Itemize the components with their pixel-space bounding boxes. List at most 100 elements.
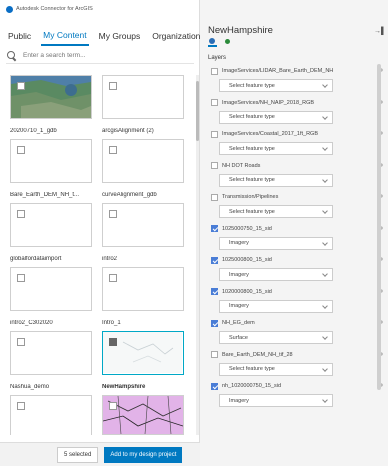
- content-item[interactable]: 20200710_1_gdb: [10, 75, 92, 136]
- item-checkbox[interactable]: [17, 210, 25, 218]
- item-thumbnail[interactable]: [10, 139, 92, 183]
- layer-details-panel: NewHampshire →▌ Layers ImageServices/LID…: [200, 0, 388, 466]
- item-checkbox[interactable]: [109, 338, 117, 346]
- content-scrollbar[interactable]: [196, 75, 199, 435]
- feature-type-select[interactable]: Select feature type: [219, 173, 333, 187]
- layer-checkbox[interactable]: [211, 225, 218, 232]
- layer-row: Transmission/Pipelines: [211, 190, 383, 204]
- item-thumbnail[interactable]: [10, 203, 92, 247]
- item-thumbnail[interactable]: [102, 395, 184, 435]
- layer-checkbox[interactable]: [211, 162, 218, 169]
- feature-type-select[interactable]: Select feature type: [219, 142, 333, 155]
- item-checkbox[interactable]: [17, 82, 25, 90]
- feature-type-select[interactable]: Surface: [219, 331, 333, 344]
- item-checkbox[interactable]: [17, 146, 25, 154]
- layer-checkbox[interactable]: [211, 193, 218, 201]
- pin-icon[interactable]: →▌: [374, 28, 386, 35]
- chevron-down-icon: [322, 302, 328, 309]
- feature-type-select[interactable]: Select feature type: [219, 205, 333, 218]
- layer-row: 1025000800_15_sid: [211, 253, 383, 267]
- bottom-action-bar: 5 selected Add to my design project: [0, 442, 200, 466]
- feature-type-value: Imagery: [229, 271, 249, 278]
- item-label: Intro_1: [102, 320, 121, 326]
- item-thumbnail[interactable]: [102, 203, 184, 247]
- layer-name: 1025000800_15_sid: [222, 257, 272, 263]
- layer-row: 1020000800_15_sid: [211, 285, 383, 299]
- item-thumbnail[interactable]: [10, 395, 92, 435]
- layer-name: NH_EG_dem: [222, 320, 255, 326]
- item-label: globalfordataimport: [10, 256, 62, 262]
- tab-my-content[interactable]: My Content: [41, 26, 89, 46]
- content-item[interactable]: Intro_1: [102, 267, 184, 328]
- feature-type-value: Surface: [229, 334, 248, 341]
- feature-type-value: Imagery: [229, 303, 249, 309]
- item-label: curveAlignment_gdb: [102, 192, 157, 198]
- feature-type-value: Select feature type: [229, 177, 275, 183]
- feature-type-value: Imagery: [229, 397, 249, 404]
- item-checkbox[interactable]: [109, 402, 117, 410]
- feature-type-select[interactable]: Select feature type: [219, 362, 333, 376]
- chevron-down-icon: [322, 113, 328, 120]
- item-checkbox[interactable]: [17, 274, 25, 282]
- content-item[interactable]: NewHampshire: [102, 331, 184, 392]
- item-thumbnail[interactable]: [10, 267, 92, 311]
- content-item[interactable]: globalfordataimport: [10, 203, 92, 264]
- layer-checkbox[interactable]: [211, 67, 218, 75]
- layer-name: 1025000750_15_sid: [222, 225, 272, 232]
- content-tabs: Public My Content My Groups Organization: [6, 24, 200, 48]
- content-item[interactable]: intro2: [102, 203, 184, 264]
- feature-type-select[interactable]: Imagery: [219, 268, 333, 281]
- layer-checkbox[interactable]: [211, 382, 218, 390]
- globe-view-icon[interactable]: [223, 38, 232, 47]
- feature-type-select[interactable]: Imagery: [219, 236, 333, 250]
- layer-checkbox[interactable]: [211, 319, 218, 327]
- chevron-down-icon: [322, 334, 328, 340]
- layer-row: Bare_Earth_DEM_NH_tif_28: [211, 348, 383, 362]
- layer-checkbox[interactable]: [211, 256, 218, 264]
- feature-type-select[interactable]: Select feature type: [219, 110, 333, 124]
- content-item[interactable]: Bare_Earth_DEM_NH_t...: [10, 139, 92, 200]
- item-checkbox[interactable]: [17, 338, 25, 346]
- feature-type-select[interactable]: Imagery: [219, 299, 333, 313]
- chevron-down-icon: [322, 271, 328, 277]
- content-item[interactable]: intro2_C302020: [10, 267, 92, 328]
- add-to-project-button[interactable]: Add to my design project: [104, 446, 183, 463]
- layer-checkbox[interactable]: [211, 351, 218, 358]
- map-view-icon[interactable]: [208, 38, 217, 47]
- layer-checkbox[interactable]: [211, 130, 218, 138]
- content-item[interactable]: arcgisAlignment (2): [102, 75, 184, 136]
- item-thumbnail[interactable]: [102, 139, 184, 183]
- search-input[interactable]: [23, 52, 183, 59]
- content-item[interactable]: [10, 395, 92, 435]
- layer-scrollbar[interactable]: [377, 64, 381, 424]
- tab-organization[interactable]: Organization: [150, 27, 202, 45]
- tab-my-groups[interactable]: My Groups: [97, 27, 143, 45]
- feature-type-select[interactable]: Select feature type: [219, 79, 333, 92]
- item-thumbnail[interactable]: [10, 75, 92, 119]
- item-thumbnail[interactable]: [10, 331, 92, 375]
- item-checkbox[interactable]: [17, 402, 25, 410]
- content-item[interactable]: Nashua_demo: [10, 331, 92, 392]
- item-checkbox[interactable]: [109, 210, 117, 218]
- layer-row: ImageServices/NH_NAIP_2018_RGB: [211, 96, 383, 110]
- app-title: Autodesk Connector for ArcGIS: [16, 6, 93, 12]
- item-thumbnail[interactable]: [102, 331, 184, 375]
- chevron-down-icon: [322, 208, 328, 214]
- content-item[interactable]: curveAlignment_gdb: [102, 139, 184, 200]
- content-item[interactable]: [102, 395, 184, 435]
- layer-row: NH DOT Roads: [211, 159, 383, 173]
- tab-public[interactable]: Public: [6, 27, 33, 45]
- item-checkbox[interactable]: [109, 82, 117, 90]
- item-checkbox[interactable]: [109, 146, 117, 154]
- item-thumbnail[interactable]: [102, 267, 184, 311]
- item-label: Bare_Earth_DEM_NH_t...: [10, 192, 80, 198]
- feature-type-select[interactable]: Imagery: [219, 394, 333, 407]
- layer-checkbox[interactable]: [211, 288, 218, 295]
- item-checkbox[interactable]: [109, 274, 117, 282]
- layer-checkbox[interactable]: [211, 99, 218, 106]
- item-thumbnail[interactable]: [102, 75, 184, 119]
- layer-name: Transmission/Pipelines: [222, 194, 279, 200]
- chevron-down-icon: [322, 145, 328, 151]
- selected-count-button[interactable]: 5 selected: [57, 446, 99, 463]
- layer-name: ImageServices/LIDAR_Bare_Earth_DEM_NH: [222, 68, 334, 74]
